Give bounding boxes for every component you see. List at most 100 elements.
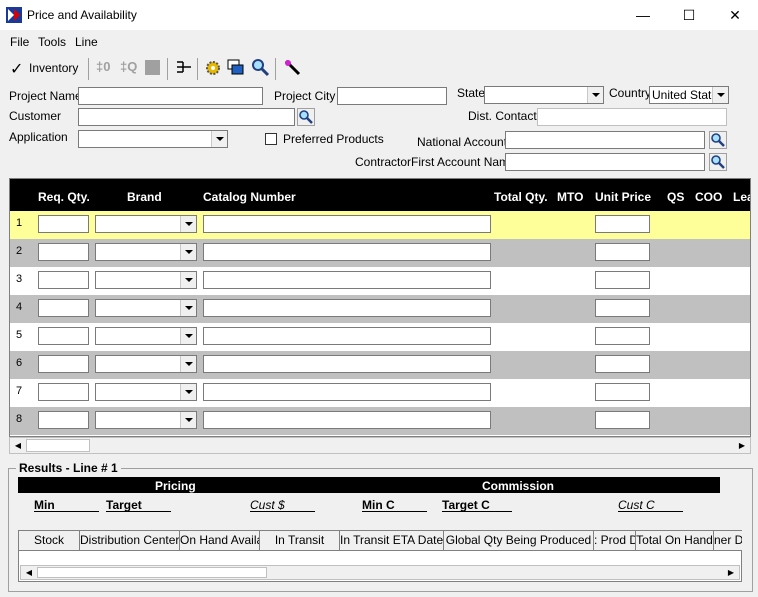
catalog-input[interactable] [203,299,491,317]
catalog-input[interactable] [203,271,491,289]
req-qty-input[interactable] [38,411,89,429]
brand-select[interactable] [95,271,197,289]
menu-line[interactable]: Line [75,35,98,49]
search-icon [711,155,725,169]
grid-row[interactable]: 5 [10,323,750,351]
unit-price-input[interactable] [595,327,650,345]
grid-row[interactable]: 2 [10,239,750,267]
country-select[interactable]: United State [649,86,729,104]
col-prod-date: : Prod D [594,531,636,551]
maximize-button[interactable]: ☐ [666,0,712,30]
search-icon[interactable] [251,58,270,80]
catalog-input[interactable] [203,355,491,373]
project-name-input[interactable] [78,87,263,105]
col-unit-price: Unit Price [595,190,652,204]
req-qty-input[interactable] [38,355,89,373]
req-qty-input[interactable] [38,271,89,289]
project-city-label: Project City [274,89,336,103]
scroll-right-arrow-icon[interactable]: ▶ [723,566,739,579]
grid-row[interactable]: 4 [10,295,750,323]
unit-price-input[interactable] [595,411,650,429]
project-city-input[interactable] [337,87,447,105]
brand-select[interactable] [95,215,197,233]
scroll-left-arrow-icon[interactable]: ◀ [21,566,37,579]
brand-select[interactable] [95,327,197,345]
grid-horizontal-scrollbar[interactable]: ◀ ▶ [9,437,751,454]
scrollbar-thumb[interactable] [26,439,90,452]
wand-icon[interactable] [283,58,302,80]
brand-select[interactable] [95,411,197,429]
unit-price-input[interactable] [595,243,650,261]
minimize-button[interactable]: — [620,0,666,30]
catalog-input[interactable] [203,411,491,429]
state-select[interactable] [484,86,604,104]
menu-tools[interactable]: Tools [38,35,66,49]
stock-horizontal-scrollbar[interactable]: ◀ ▶ [20,565,740,580]
row-number: 3 [16,273,23,285]
windows-icon[interactable] [227,59,245,79]
col-mto: MTO [557,190,584,204]
catalog-input[interactable] [203,215,491,233]
app-logo-icon [6,7,22,23]
dist-contact-input[interactable] [537,108,727,126]
preferred-products-checkbox[interactable] [265,133,277,145]
contractor-first-input[interactable] [505,153,705,171]
project-name-label: Project Name [9,89,82,103]
unit-price-input[interactable] [595,215,650,233]
col-req-qty: Req. Qty. [38,190,90,204]
country-label: Country [609,86,652,100]
query-line-icon[interactable]: ‡Q [120,59,137,74]
menu-bar [0,31,758,53]
add-line-icon[interactable]: ‡0 [96,59,110,74]
menu-file[interactable]: File [10,35,29,49]
search-icon [299,110,313,124]
grid-row[interactable]: 1 [10,211,750,239]
grid-row[interactable]: 3 [10,267,750,295]
grid-row[interactable]: 6 [10,351,750,379]
catalog-input[interactable] [203,383,491,401]
unit-price-input[interactable] [595,383,650,401]
grid-row[interactable]: 8 [10,407,750,435]
req-qty-input[interactable] [38,383,89,401]
brand-select[interactable] [95,355,197,373]
application-select[interactable] [78,130,228,148]
req-qty-input[interactable] [38,215,89,233]
catalog-input[interactable] [203,243,491,261]
stop-icon[interactable] [145,60,160,75]
stock-grid: Stock Distribution Center On Hand Availa… [18,530,742,582]
settings-icon[interactable] [204,59,222,79]
national-account-input[interactable] [505,131,705,149]
col-total-on-hand: Total On Hand [636,531,714,551]
toolbar [0,55,758,82]
search-icon [711,133,725,147]
req-qty-input[interactable] [38,243,89,261]
national-account-search-button[interactable] [709,131,727,149]
unit-price-input[interactable] [595,299,650,317]
scroll-left-arrow-icon[interactable]: ◀ [10,438,26,453]
commission-label: Commission [482,479,555,493]
close-button[interactable]: ✕ [712,0,758,30]
brand-select[interactable] [95,383,197,401]
catalog-input[interactable] [203,327,491,345]
req-qty-input[interactable] [38,299,89,317]
unit-price-input[interactable] [595,355,650,373]
target-c-label: Target C [442,498,512,512]
brand-select[interactable] [95,243,197,261]
row-number: 1 [16,217,23,229]
customer-input[interactable] [78,108,295,126]
contractor-search-button[interactable] [709,153,727,171]
row-number: 5 [16,329,23,341]
brand-select[interactable] [95,299,197,317]
req-qty-input[interactable] [38,327,89,345]
tree-icon[interactable] [175,59,193,78]
customer-search-button[interactable] [297,108,315,126]
target-label: Target [106,498,171,512]
inventory-button[interactable]: Inventory [29,61,78,75]
checkmark-icon: ✓ [10,61,24,78]
scroll-right-arrow-icon[interactable]: ▶ [734,438,750,453]
unit-price-input[interactable] [595,271,650,289]
grid-row[interactable]: 7 [10,379,750,407]
scrollbar-thumb[interactable] [37,567,267,578]
col-in-transit-eta-date: In Transit ETA Date [340,531,444,551]
col-coo: COO [695,190,723,204]
